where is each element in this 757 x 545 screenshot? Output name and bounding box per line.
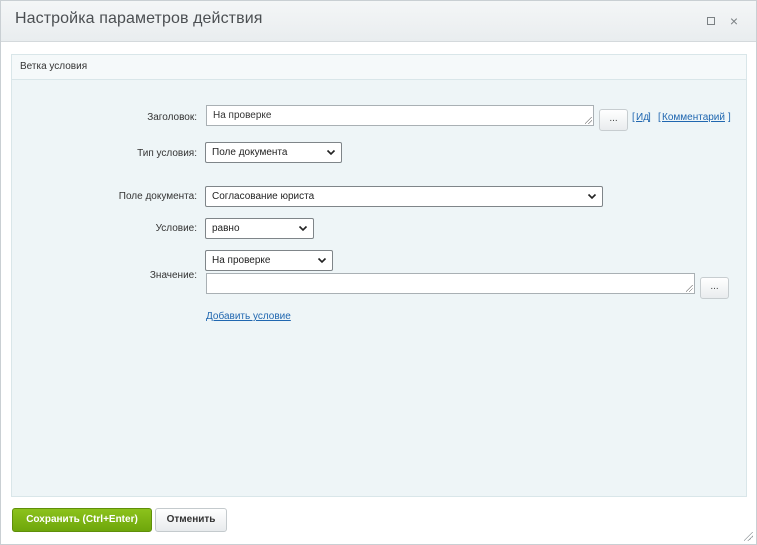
chevron-down-icon bbox=[587, 193, 597, 200]
bracket-close-2: ] bbox=[728, 112, 731, 123]
close-icon[interactable]: × bbox=[727, 14, 741, 28]
condition-type-select[interactable]: Поле документа bbox=[205, 142, 342, 163]
dialog-title: Настройка параметров действия bbox=[15, 10, 263, 27]
value-select-value: На проверке bbox=[212, 255, 271, 266]
heading-input[interactable]: На проверке bbox=[206, 105, 594, 126]
heading-dots-button[interactable]: ... bbox=[599, 109, 628, 131]
condition-label: Условие: bbox=[155, 223, 197, 234]
heading-label: Заголовок: bbox=[147, 112, 197, 123]
resize-grip-icon[interactable] bbox=[585, 117, 592, 124]
save-button[interactable]: Сохранить (Ctrl+Enter) bbox=[12, 508, 152, 532]
heading-input-value: На проверке bbox=[213, 110, 272, 121]
value-input[interactable] bbox=[206, 273, 695, 294]
cancel-button[interactable]: Отменить bbox=[155, 508, 227, 532]
condition-value: равно bbox=[212, 223, 240, 234]
value-dots-button[interactable]: ... bbox=[700, 277, 729, 299]
document-field-select[interactable]: Согласование юриста bbox=[205, 186, 603, 207]
condition-type-value: Поле документа bbox=[212, 147, 288, 158]
dialog-titlebar[interactable]: Настройка параметров действия × bbox=[1, 1, 756, 42]
dialog-resize-icon[interactable] bbox=[744, 532, 753, 541]
bracket-open-2: [ bbox=[658, 112, 661, 123]
comment-link[interactable]: Комментарий bbox=[662, 112, 725, 123]
maximize-icon[interactable] bbox=[704, 14, 718, 28]
panel-header: Ветка условия bbox=[12, 55, 746, 80]
document-field-value: Согласование юриста bbox=[212, 191, 315, 202]
condition-select[interactable]: равно bbox=[205, 218, 314, 239]
resize-grip-icon[interactable] bbox=[686, 285, 693, 292]
chevron-down-icon bbox=[298, 225, 308, 232]
value-select[interactable]: На проверке bbox=[205, 250, 333, 271]
document-field-label: Поле документа: bbox=[118, 191, 197, 202]
bracket-close: ] bbox=[648, 112, 651, 123]
value-label: Значение: bbox=[149, 270, 197, 281]
action-settings-dialog: Настройка параметров действия × Ветка ус… bbox=[0, 0, 757, 545]
add-condition-link[interactable]: Добавить условие bbox=[206, 311, 291, 322]
bracket-open: [ bbox=[632, 112, 635, 123]
condition-type-label: Тип условия: bbox=[137, 148, 197, 159]
chevron-down-icon bbox=[317, 257, 327, 264]
chevron-down-icon bbox=[326, 149, 336, 156]
panel-title: Ветка условия bbox=[20, 61, 88, 72]
